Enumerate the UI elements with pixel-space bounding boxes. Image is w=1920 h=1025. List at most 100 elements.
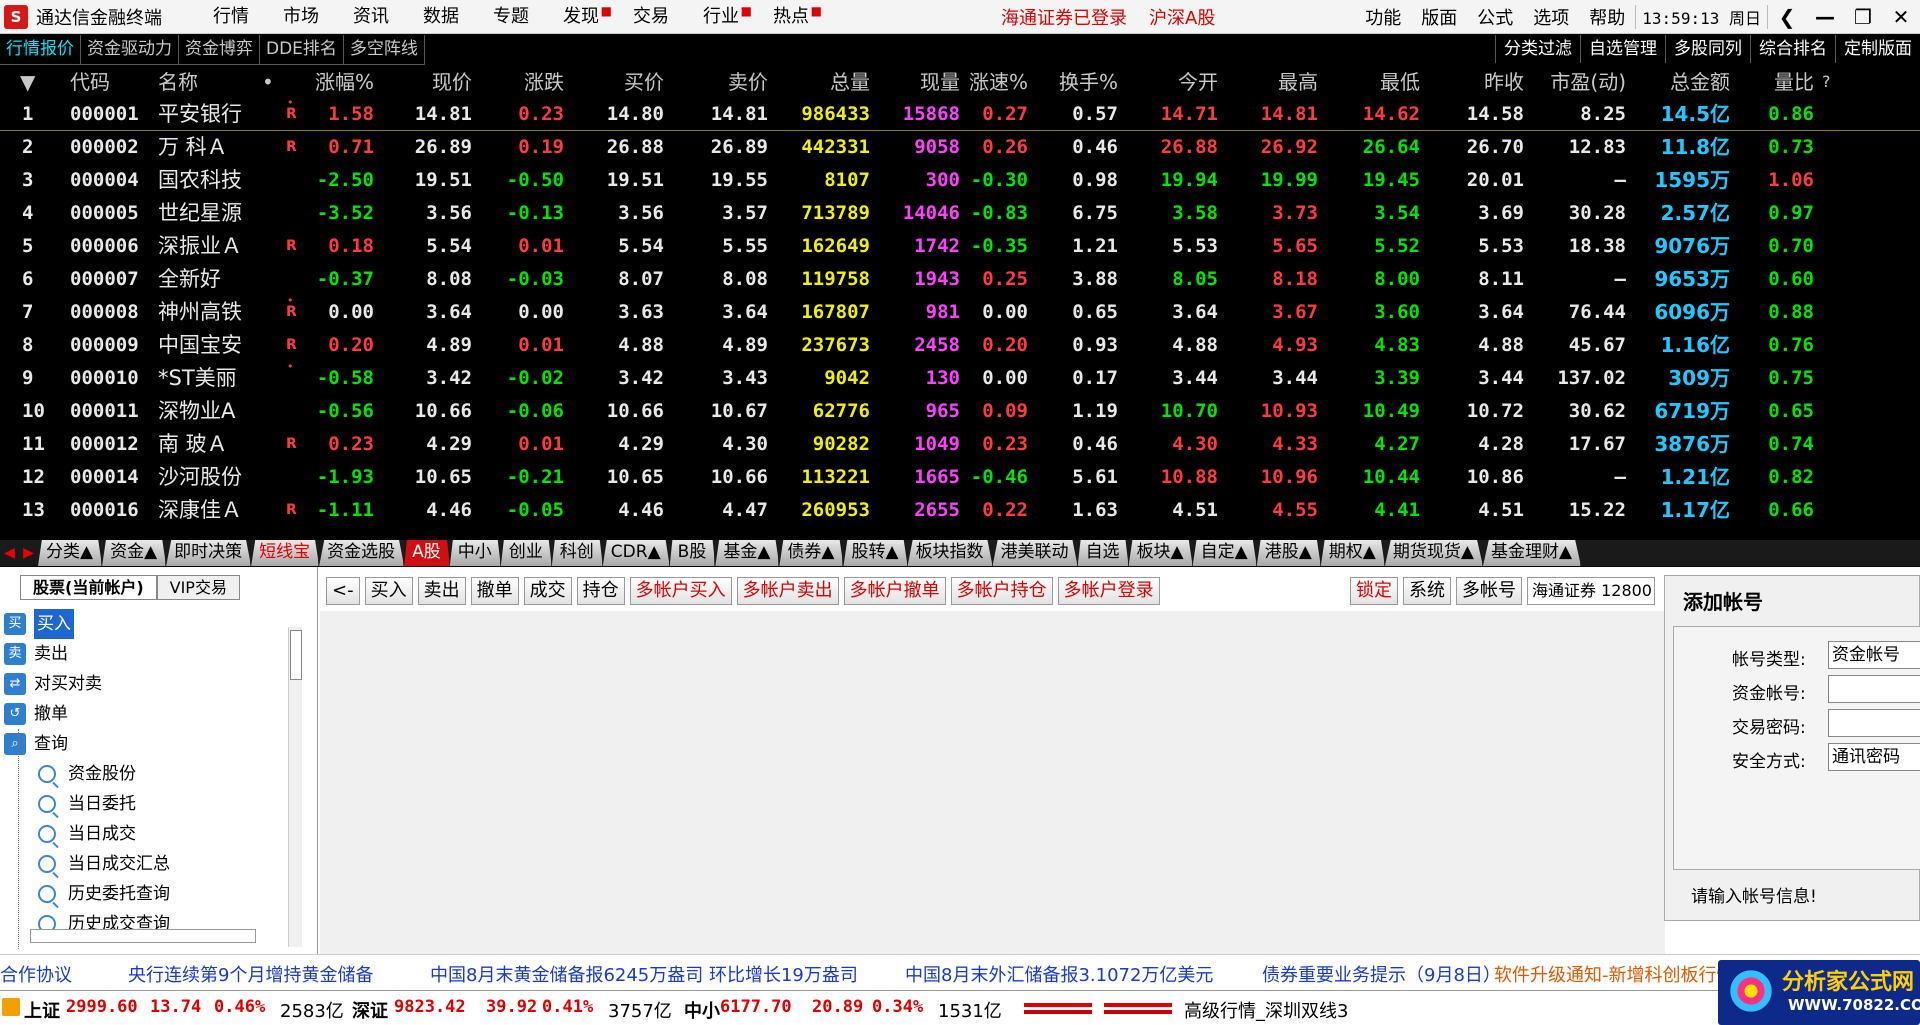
tree-item[interactable]: ⌕ 查询 — [4, 729, 68, 759]
tab-scroll-left-icon[interactable]: ◀ — [0, 540, 19, 566]
category-tab[interactable]: A股 — [404, 540, 450, 566]
tree-subitem[interactable]: 资金股份 — [38, 759, 136, 789]
trade-toolbar-right-button[interactable]: 系统 — [1403, 577, 1451, 605]
category-tab[interactable]: 港股▲ — [1256, 540, 1321, 566]
view-tab-right[interactable]: 自选管理 — [1580, 35, 1665, 63]
header-open[interactable]: 今开 — [1120, 66, 1218, 98]
table-row[interactable]: 8 000009 中国宝安 R 0.20 4.89 0.01 4.88 4.89 237673 24… — [0, 329, 1920, 362]
ticker-item[interactable]: 央行连续第9个月增持黄金储备 — [128, 961, 373, 987]
stock-name[interactable]: 深物业A — [158, 395, 235, 427]
category-tab[interactable]: 基金▲ — [715, 540, 780, 566]
stock-name[interactable]: *ST美丽 — [158, 362, 237, 394]
category-tab[interactable]: 板块指数 — [907, 540, 993, 566]
trade-toolbar-button[interactable]: 多帐户持仓 — [950, 577, 1053, 605]
zx-index-name[interactable]: 中小 — [684, 997, 720, 1023]
header-high[interactable]: 最高 — [1220, 66, 1318, 98]
category-tab[interactable]: 即时决策 — [166, 540, 252, 566]
menu-item-4[interactable]: 专题 — [476, 0, 546, 34]
sz-index-name[interactable]: 深证 — [352, 997, 388, 1023]
stock-code[interactable]: 000007 — [70, 263, 139, 295]
category-tab[interactable]: 创业 — [500, 540, 552, 566]
ticker-item[interactable]: 中国8月末黄金储备报6245万盎司 环比增长19万盎司 — [430, 961, 858, 987]
security-method-select[interactable]: 通讯密码 — [1828, 743, 1920, 771]
tree-item[interactable]: 买买入 — [4, 609, 74, 639]
stock-name[interactable]: 全新好 — [158, 263, 221, 295]
tree-item[interactable]: 卖卖出 — [4, 639, 68, 669]
stock-code[interactable]: 000005 — [70, 197, 139, 229]
view-tab[interactable]: 多空阵线 — [343, 35, 425, 65]
table-row[interactable]: 12 000014 沙河股份 -1.93 10.65 -0.21 10.65 10.66 113… — [0, 461, 1920, 494]
category-tab[interactable]: 自选 — [1077, 540, 1129, 566]
header-chg-pct[interactable]: 涨幅% — [270, 66, 374, 98]
trade-toolbar-button[interactable]: 持仓 — [576, 577, 625, 605]
trade-toolbar-right-button[interactable]: 锁定 — [1350, 577, 1398, 605]
market-label[interactable]: 沪深A股 — [1149, 4, 1215, 30]
tree-item[interactable]: ⇄ 对买对卖 — [4, 669, 102, 699]
tree-scrollbar-thumb[interactable] — [290, 630, 302, 680]
tab-scroll-right-icon[interactable]: ▶ — [19, 540, 38, 566]
table-row[interactable]: 3 000004 国农科技 -2.50 19.51 -0.50 19.51 19.55 8107… — [0, 164, 1920, 197]
restore-icon[interactable]: ❐ — [1844, 5, 1882, 29]
trade-toolbar-right-button[interactable]: 多帐号 — [1456, 577, 1522, 605]
stock-code[interactable]: 000014 — [70, 461, 139, 493]
tree-subitem[interactable]: 当日成交汇总 — [38, 849, 170, 879]
menu-right-item[interactable]: 功能 — [1355, 4, 1411, 30]
stock-name[interactable]: 万 科Ａ — [158, 131, 228, 163]
menu-item-0[interactable]: 行情 — [196, 0, 266, 34]
tab-stock-account[interactable]: 股票(当前帐户) — [20, 575, 157, 600]
category-tab[interactable]: 短线宝 — [251, 540, 320, 566]
view-tab-right[interactable]: 分类过滤 — [1495, 35, 1580, 63]
header-speed[interactable]: 涨速% — [950, 66, 1028, 98]
category-tab[interactable]: 期货现货▲ — [1384, 540, 1483, 566]
tree-subitem[interactable]: 当日委托 — [38, 789, 136, 819]
category-tab[interactable]: 股转▲ — [843, 540, 908, 566]
trade-toolbar-button[interactable]: 撤单 — [470, 577, 519, 605]
minimize-icon[interactable]: — — [1806, 5, 1844, 29]
table-row[interactable]: 9 000010 *ST美丽 • -0.58 3.42 -0.02 3.42 3.43 9042 1… — [0, 360, 1920, 395]
stock-name[interactable]: 国农科技 — [158, 164, 242, 196]
sort-arrow-icon[interactable]: ▼ — [20, 66, 40, 98]
trade-toolbar-button[interactable]: 多帐户买入 — [629, 577, 732, 605]
header-cur-vol[interactable]: 现量 — [870, 66, 960, 98]
header-change[interactable]: 涨跌 — [470, 66, 564, 98]
trade-toolbar-button[interactable]: 多帐户卖出 — [736, 577, 839, 605]
stock-code[interactable]: 000011 — [70, 395, 139, 427]
category-tab[interactable]: B股 — [669, 540, 716, 566]
trade-toolbar-button[interactable]: 多帐户登录 — [1057, 577, 1160, 605]
header-price[interactable]: 现价 — [380, 66, 472, 98]
stock-name[interactable]: 平安银行 — [158, 98, 242, 130]
stock-code[interactable]: 000002 — [70, 131, 139, 163]
back-icon[interactable]: ❮ — [1768, 5, 1806, 29]
stock-code[interactable]: 000010 — [70, 362, 139, 394]
tree-item[interactable]: ↺ 撤单 — [4, 699, 68, 729]
stock-name[interactable]: 南 玻Ａ — [158, 428, 228, 460]
category-tab[interactable]: 基金理财▲ — [1482, 540, 1582, 566]
header-vol-ratio[interactable]: 量比 — [1730, 66, 1814, 98]
sh-index-name[interactable]: 上证 — [24, 997, 60, 1023]
category-tab[interactable]: 资金选股 — [319, 540, 405, 566]
view-tab[interactable]: 行情报价 — [0, 35, 81, 65]
table-row[interactable]: 2 000002 万 科Ａ R 0.71 26.89 0.19 26.88 26.89 44233… — [0, 131, 1920, 164]
trade-toolbar-button[interactable]: 多帐户撤单 — [843, 577, 946, 605]
view-tab-right[interactable]: 综合排名 — [1750, 35, 1835, 63]
ticker-item[interactable]: 合作协议 — [0, 961, 72, 987]
table-row[interactable]: 10 000011 深物业A -0.56 10.66 -0.06 10.66 10.67 627… — [0, 395, 1920, 428]
view-tab-right[interactable]: 多股同列 — [1665, 35, 1750, 63]
stock-code[interactable]: 000009 — [70, 329, 139, 361]
header-pe[interactable]: 市盈(动) — [1526, 66, 1626, 98]
menu-item-8[interactable]: 热点 ■ — [756, 0, 826, 34]
tab-vip-trade[interactable]: VIP交易 — [156, 575, 240, 600]
trade-toolbar-button[interactable]: 卖出 — [417, 577, 466, 605]
stock-name[interactable]: 世纪星源 — [158, 197, 242, 229]
category-tab[interactable]: CDR▲ — [602, 540, 670, 566]
stock-name[interactable]: 深振业Ａ — [158, 230, 242, 262]
menu-right-item[interactable]: 选项 — [1523, 4, 1579, 30]
stock-code[interactable]: 000001 — [70, 98, 139, 130]
stock-name[interactable]: 神州高铁 — [158, 296, 242, 328]
table-row[interactable]: 13 000016 深康佳Ａ R -1.11 4.46 -0.05 4.46 4.47 26095… — [0, 494, 1920, 527]
trade-toolbar-button[interactable]: 成交 — [523, 577, 572, 605]
view-tab[interactable]: DDE排名 — [260, 35, 344, 65]
table-row[interactable]: 6 000007 全新好 -0.37 8.08 -0.03 8.07 8.08 119758 19… — [0, 263, 1920, 296]
stock-code[interactable]: 000004 — [70, 164, 139, 196]
broker-account-select[interactable]: 海通证券 12800 — [1527, 577, 1655, 605]
